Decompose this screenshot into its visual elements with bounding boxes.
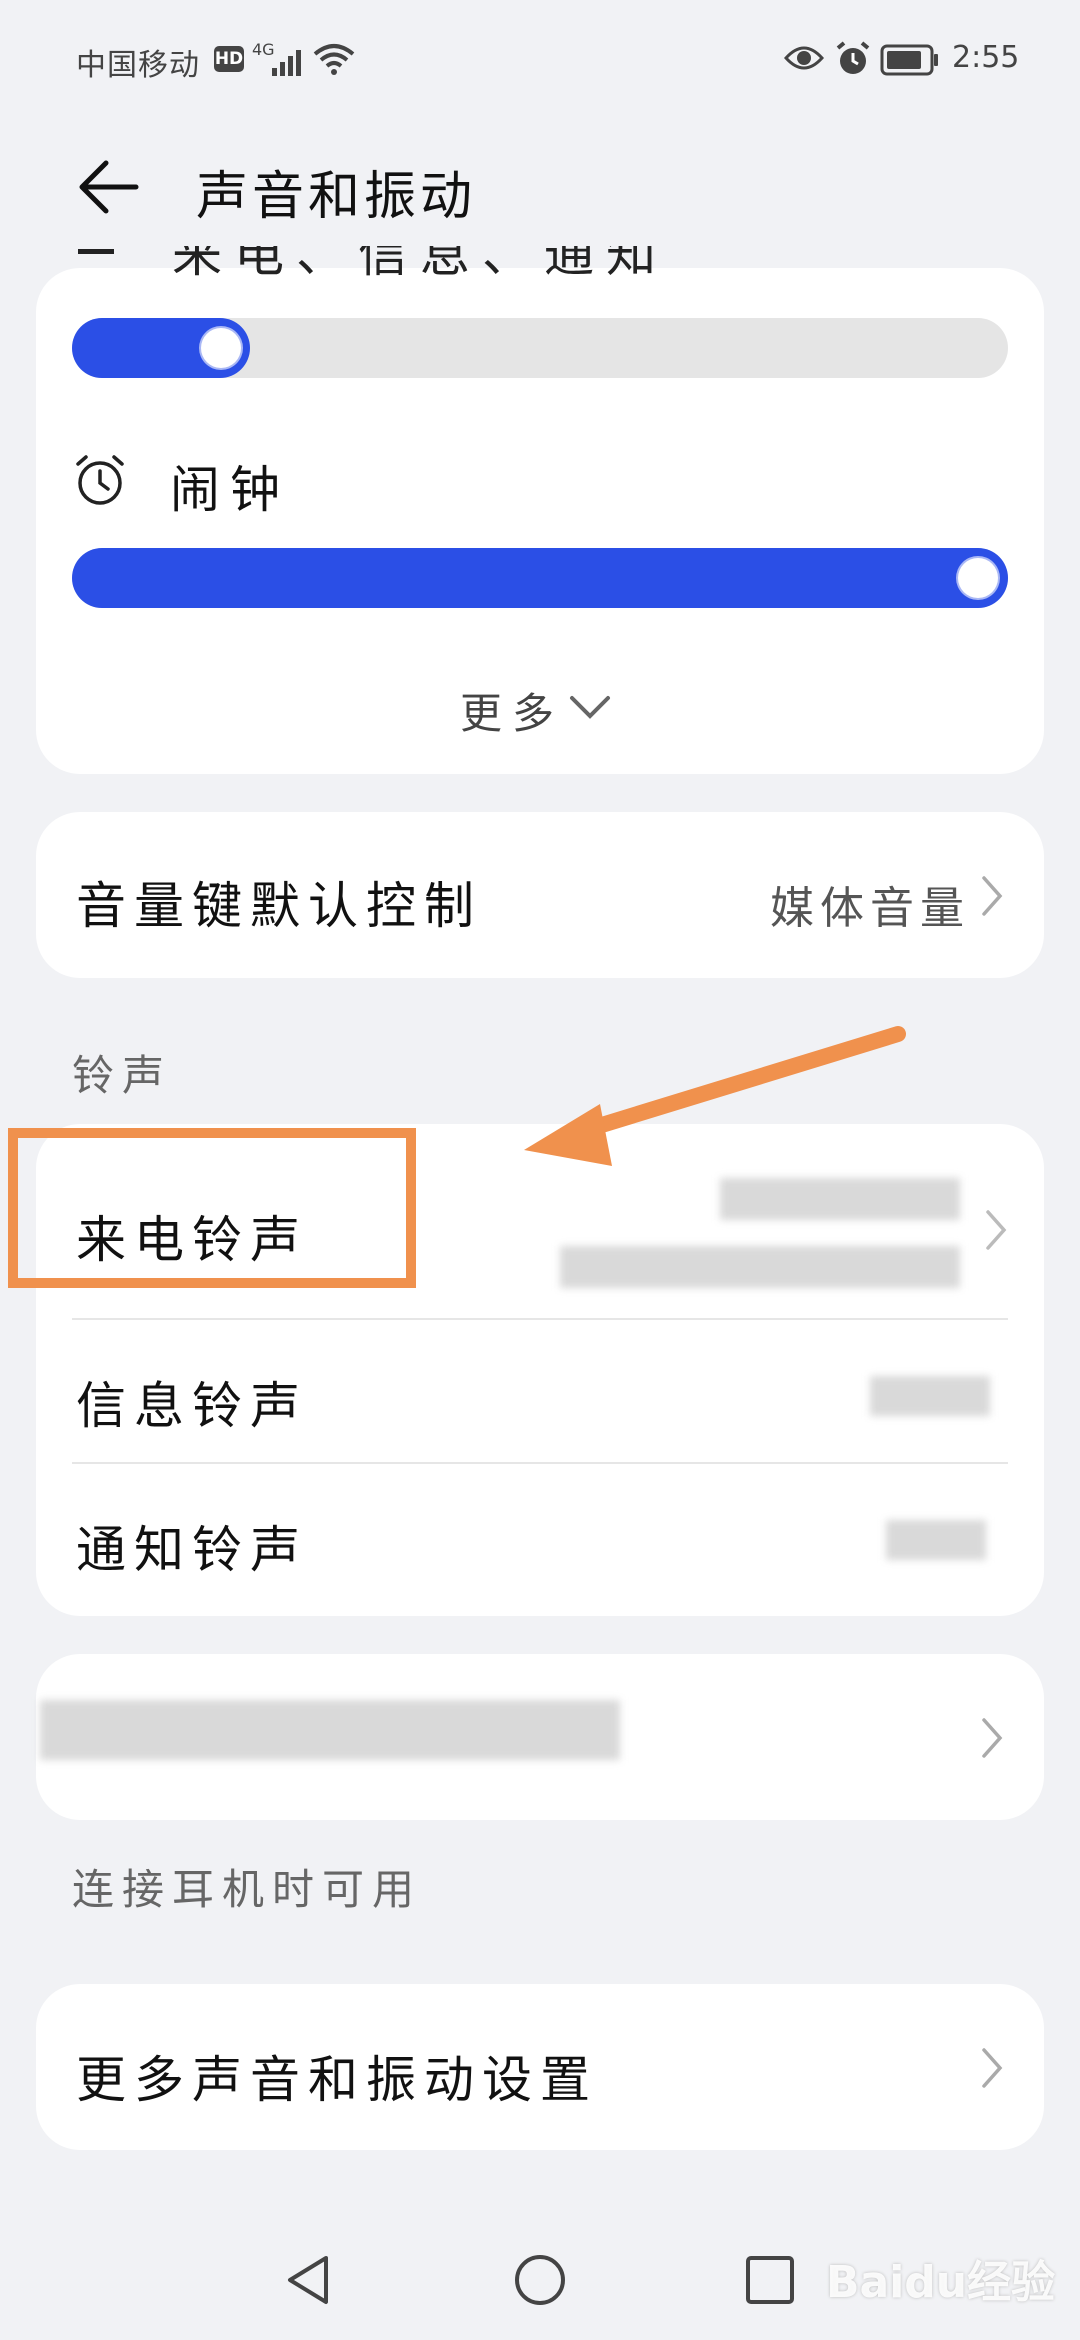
watermark-logo: Baidu经验 [826,2257,1056,2308]
chevron-right-icon [982,1718,1003,1758]
headset-section-title: 连接耳机时可用 [72,1865,423,1914]
home-circle-icon[interactable] [512,2252,568,2308]
row-divider [72,1462,1008,1464]
message-ringtone-label[interactable]: 信息铃声 [76,1366,308,1438]
notification-ringtone-value-redacted [886,1520,986,1560]
redacted-row-label [40,1700,620,1760]
annotation-arrow [524,1026,906,1166]
row-divider [72,1318,1008,1320]
recents-square-icon[interactable] [744,2254,796,2306]
message-ringtone-value-redacted [870,1376,990,1416]
back-triangle-icon[interactable] [282,2252,334,2308]
notification-ringtone-label[interactable]: 通知铃声 [76,1510,308,1582]
chevron-right-icon [982,2048,1003,2088]
more-settings-label: 更多声音和振动设置 [76,2051,598,2109]
